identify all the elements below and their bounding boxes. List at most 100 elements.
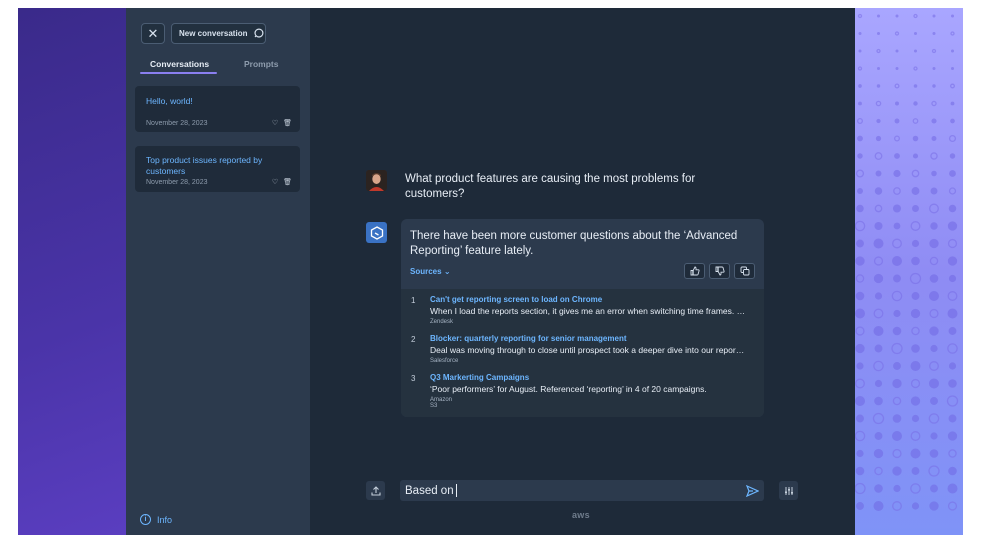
pattern-dot bbox=[914, 32, 917, 35]
source-title-link[interactable]: Blocker: quarterly reporting for senior … bbox=[430, 334, 627, 343]
pattern-dot bbox=[947, 221, 958, 231]
pattern-dot bbox=[947, 483, 958, 494]
send-icon bbox=[745, 485, 759, 497]
pattern-dot bbox=[855, 169, 865, 178]
pattern-dot bbox=[910, 431, 921, 441]
sources-list: 1 Can't get reporting screen to load on … bbox=[401, 289, 764, 417]
pattern-dot bbox=[932, 67, 936, 70]
delete-icon[interactable]: 🗑 bbox=[283, 119, 292, 127]
pattern-dot bbox=[947, 238, 958, 249]
pattern-dot bbox=[894, 31, 900, 36]
tab-conversations[interactable]: Conversations bbox=[150, 59, 209, 69]
source-origin: Zendesk bbox=[430, 319, 454, 325]
pattern-dot bbox=[929, 308, 939, 319]
pattern-dot bbox=[913, 13, 918, 19]
pattern-dot bbox=[856, 204, 864, 213]
source-origin: Salesforce bbox=[430, 358, 459, 364]
info-icon: i bbox=[140, 514, 151, 525]
pattern-dot bbox=[931, 136, 937, 141]
pattern-dot bbox=[892, 238, 902, 249]
pattern-dot bbox=[947, 431, 958, 441]
pattern-dot bbox=[894, 135, 900, 142]
pattern-dot bbox=[892, 431, 902, 441]
pattern-dot bbox=[893, 274, 901, 283]
pattern-dot bbox=[948, 187, 957, 195]
sources-toggle[interactable]: Sources ⌄ bbox=[410, 267, 451, 276]
conversation-title: Top product issues reported by customers bbox=[146, 155, 263, 176]
pattern-dot bbox=[951, 14, 954, 18]
upload-button[interactable] bbox=[366, 481, 385, 500]
pattern-dot bbox=[894, 153, 900, 159]
pattern-dot bbox=[875, 135, 882, 142]
chevron-down-icon: ⌄ bbox=[443, 267, 451, 276]
thumbs-up-icon bbox=[690, 266, 700, 276]
pattern-dot bbox=[893, 362, 901, 370]
pattern-dot bbox=[929, 361, 939, 371]
delete-icon[interactable]: 🗑 bbox=[283, 178, 292, 186]
pattern-dot bbox=[950, 118, 955, 124]
pattern-dot bbox=[912, 135, 919, 142]
pattern-dot bbox=[855, 308, 865, 319]
pattern-dot bbox=[911, 292, 920, 300]
conversation-title: Hello, world! bbox=[146, 96, 193, 106]
pattern-dot bbox=[930, 344, 938, 353]
pattern-dot bbox=[856, 502, 864, 510]
pattern-dot bbox=[857, 66, 863, 71]
pattern-dot bbox=[930, 187, 938, 195]
favorite-icon[interactable]: ♡ bbox=[272, 178, 278, 186]
copy-button[interactable] bbox=[734, 263, 755, 279]
favorite-icon[interactable]: ♡ bbox=[272, 119, 278, 127]
pattern-dot bbox=[948, 134, 957, 143]
pattern-dot bbox=[910, 483, 921, 494]
settings-button[interactable] bbox=[779, 481, 798, 500]
assistant-answer-text: There have been more customer questions … bbox=[410, 230, 738, 257]
pattern-dot bbox=[929, 274, 939, 283]
pattern-dot bbox=[932, 32, 936, 35]
pattern-dot bbox=[931, 100, 937, 107]
pattern-dot bbox=[855, 378, 865, 389]
source-title-link[interactable]: Can't get reporting screen to load on Ch… bbox=[430, 295, 602, 304]
pattern-dot bbox=[892, 448, 902, 459]
thumbs-up-button[interactable] bbox=[684, 263, 705, 279]
pattern-dot bbox=[855, 274, 865, 283]
assistant-logo-icon bbox=[370, 225, 383, 240]
pattern-dot bbox=[894, 83, 900, 89]
background-left bbox=[18, 8, 128, 535]
new-conversation-button[interactable]: New conversation bbox=[171, 23, 266, 44]
conversation-item[interactable]: Top product issues reported by customers… bbox=[135, 146, 300, 192]
pattern-dot bbox=[949, 153, 956, 159]
pattern-dot bbox=[947, 308, 958, 319]
pattern-dot bbox=[948, 204, 957, 213]
send-button[interactable] bbox=[744, 483, 760, 499]
pattern-dot bbox=[856, 362, 864, 370]
pattern-dot bbox=[912, 153, 919, 159]
pattern-dot bbox=[948, 414, 957, 423]
pattern-dot bbox=[932, 84, 936, 88]
info-link[interactable]: i Info bbox=[140, 514, 172, 525]
pattern-dot bbox=[950, 31, 955, 36]
pattern-dot bbox=[855, 430, 866, 442]
source-number: 2 bbox=[411, 335, 416, 344]
pattern-dot bbox=[910, 308, 921, 319]
pattern-dot bbox=[930, 397, 938, 405]
pattern-dot bbox=[911, 256, 920, 266]
thumbs-down-button[interactable] bbox=[709, 263, 730, 279]
pattern-dot bbox=[874, 396, 883, 406]
pattern-dot bbox=[931, 118, 937, 124]
info-label: Info bbox=[157, 514, 173, 525]
pattern-dot bbox=[929, 291, 939, 301]
pattern-dot bbox=[855, 220, 866, 232]
pattern-dot bbox=[910, 396, 921, 406]
chat-bubble-icon bbox=[254, 28, 264, 38]
source-title-link[interactable]: Q3 Markerting Campaigns bbox=[430, 373, 529, 382]
pattern-dot bbox=[892, 378, 902, 389]
close-button[interactable]: ✕ bbox=[141, 23, 165, 44]
pattern-dot bbox=[911, 467, 920, 475]
pattern-dot bbox=[911, 344, 920, 353]
tab-prompts[interactable]: Prompts bbox=[244, 59, 278, 69]
conversation-item[interactable]: Hello, world! November 28, 2023 ♡ 🗑 bbox=[135, 86, 300, 132]
pattern-dot bbox=[911, 239, 920, 248]
pattern-dot bbox=[949, 170, 956, 177]
message-input[interactable]: Based on bbox=[400, 480, 764, 501]
pattern-dot bbox=[893, 484, 901, 493]
